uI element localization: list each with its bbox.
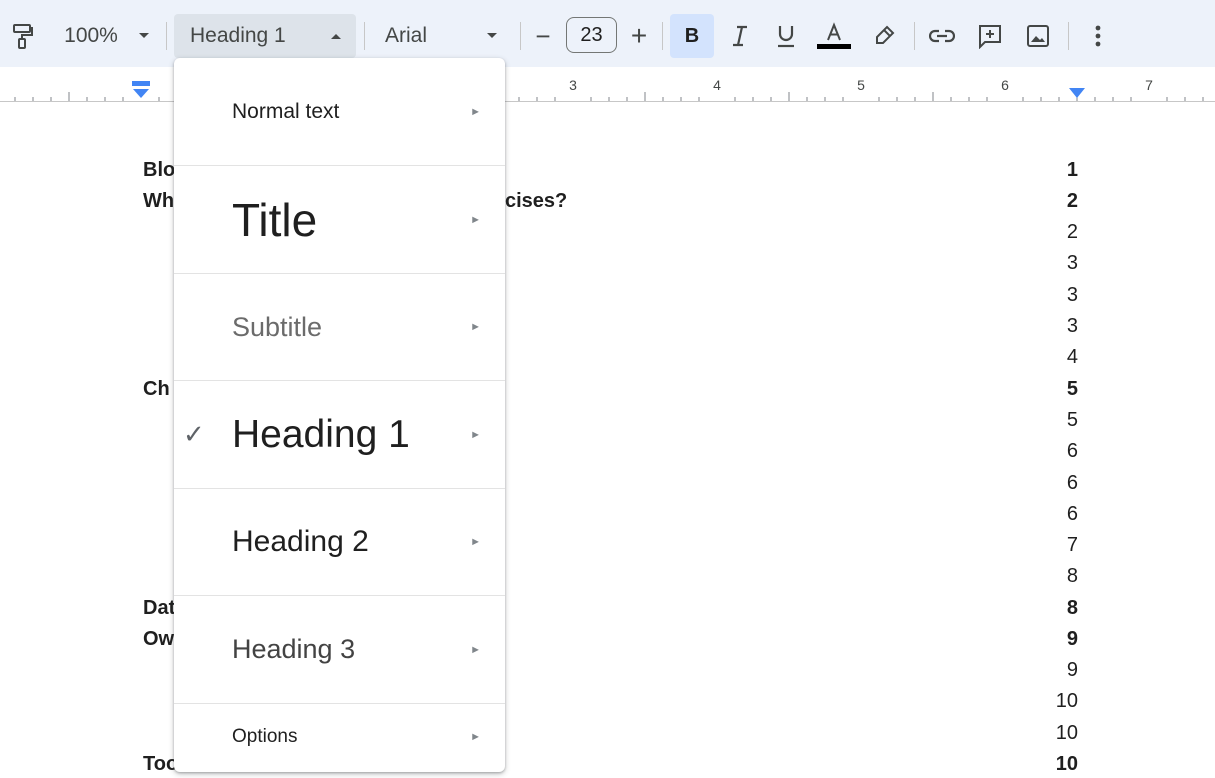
ruler-number: 5 xyxy=(857,77,865,93)
increase-font-size-button[interactable]: + xyxy=(622,14,656,58)
chevron-down-icon xyxy=(487,33,497,38)
paragraph-style-select[interactable]: Heading 1 xyxy=(174,14,356,58)
text-color-icon xyxy=(817,22,851,49)
font-size-input[interactable]: 23 xyxy=(566,17,617,53)
submenu-arrow-icon: ► xyxy=(470,731,481,743)
toc-entry[interactable]: Wh xyxy=(143,190,174,213)
highlighter-icon xyxy=(876,25,895,44)
submenu-arrow-icon: ► xyxy=(470,536,481,548)
check-icon: ✓ xyxy=(183,419,205,449)
decrease-font-size-button[interactable]: − xyxy=(526,14,560,58)
left-indent-marker-icon[interactable] xyxy=(132,81,150,99)
highlight-color-button[interactable] xyxy=(862,14,906,58)
toolbar-divider xyxy=(166,22,167,50)
toolbar-divider xyxy=(364,22,365,50)
ruler-number: 6 xyxy=(1001,77,1009,93)
toc-page-number: 2 xyxy=(1066,221,1078,243)
toc-page-number: 3 xyxy=(1066,252,1078,274)
toc-entry[interactable]: Ch xyxy=(143,378,170,401)
toolbar-divider xyxy=(914,22,915,50)
menu-item-heading-2[interactable]: Heading 2 ► xyxy=(174,489,505,595)
toc-page-number: 4 xyxy=(1066,346,1078,368)
menu-item-options[interactable]: Options ► xyxy=(174,704,505,770)
toc-page-number: 6 xyxy=(1066,472,1078,494)
insert-link-button[interactable] xyxy=(920,14,964,58)
insert-image-button[interactable] xyxy=(1016,14,1060,58)
menu-item-label: Normal text xyxy=(232,99,340,123)
toc-page-number: 9 xyxy=(1066,659,1078,681)
toc-page-number: 10 xyxy=(1055,753,1078,775)
more-options-button[interactable] xyxy=(1076,14,1120,58)
zoom-select[interactable]: 100% xyxy=(52,14,162,58)
add-comment-button[interactable] xyxy=(968,14,1012,58)
toolbar-divider xyxy=(1068,22,1069,50)
toc-page-number: 3 xyxy=(1066,315,1078,337)
menu-item-label: Heading 3 xyxy=(232,634,356,664)
menu-item-subtitle[interactable]: Subtitle ► xyxy=(174,274,505,380)
menu-item-title[interactable]: Title ► xyxy=(174,166,505,273)
bold-button[interactable]: B xyxy=(670,14,714,58)
menu-item-label: Title xyxy=(232,193,318,246)
submenu-arrow-icon: ► xyxy=(470,213,481,226)
toc-page-number: 10 xyxy=(1055,690,1078,712)
paragraph-style-menu: Normal text ► Title ► Subtitle ► ✓ Headi… xyxy=(174,58,505,772)
toc-page-number: 9 xyxy=(1066,628,1078,650)
toolbar-divider xyxy=(662,22,663,50)
toc-entry[interactable]: cises? xyxy=(505,190,567,213)
add-comment-icon xyxy=(979,25,1001,49)
submenu-arrow-icon: ► xyxy=(470,321,481,333)
toc-page-number: 2 xyxy=(1066,190,1078,212)
font-select[interactable]: Arial xyxy=(372,14,512,58)
font-value: Arial xyxy=(385,24,428,47)
chevron-up-icon xyxy=(331,34,341,39)
chevron-down-icon xyxy=(138,33,149,38)
underline-icon xyxy=(778,26,794,48)
toc-page-number: 6 xyxy=(1066,503,1078,525)
menu-item-heading-3[interactable]: Heading 3 ► xyxy=(174,596,505,703)
paint-format-icon[interactable] xyxy=(4,14,42,58)
italic-button[interactable] xyxy=(718,14,762,58)
ruler-number: 7 xyxy=(1145,77,1153,93)
toc-page-number: 5 xyxy=(1066,378,1078,400)
ruler-number: 4 xyxy=(713,77,721,93)
toc-page-number: 1 xyxy=(1066,159,1078,181)
toc-entry[interactable]: Ow xyxy=(143,628,174,651)
toolbar-divider xyxy=(520,22,521,50)
toc-entry[interactable]: Too xyxy=(143,753,178,776)
toc-page-number: 7 xyxy=(1066,534,1078,556)
menu-item-label: Heading 2 xyxy=(232,525,369,558)
image-icon xyxy=(1027,25,1049,47)
menu-item-label: Options xyxy=(232,726,298,747)
menu-item-heading-1[interactable]: ✓ Heading 1 ► xyxy=(174,381,505,488)
menu-item-label: Subtitle xyxy=(232,311,323,342)
zoom-value: 100% xyxy=(64,24,118,47)
toc-page-number: 6 xyxy=(1066,440,1078,462)
ruler-number: 3 xyxy=(569,77,577,93)
toc-page-number: 8 xyxy=(1066,565,1078,587)
toc-entry[interactable]: Blo xyxy=(143,159,175,182)
toc-entry[interactable]: Dat xyxy=(143,597,175,620)
toc-page-number: 3 xyxy=(1066,284,1078,306)
toc-page-number: 8 xyxy=(1066,597,1078,619)
submenu-arrow-icon: ► xyxy=(470,428,481,441)
submenu-arrow-icon: ► xyxy=(470,643,481,656)
menu-item-label: Heading 1 xyxy=(232,412,410,456)
toolbar: 100% Heading 1 Arial − 23 + B xyxy=(0,0,1215,67)
italic-icon xyxy=(733,25,747,47)
right-indent-marker-icon[interactable] xyxy=(1068,88,1086,99)
submenu-arrow-icon: ► xyxy=(470,105,481,118)
link-icon xyxy=(929,29,955,43)
paragraph-style-value: Heading 1 xyxy=(190,24,286,47)
menu-item-normal-text[interactable]: Normal text ► xyxy=(174,58,505,165)
more-vert-icon xyxy=(1095,25,1101,47)
text-color-button[interactable] xyxy=(812,14,856,58)
underline-button[interactable] xyxy=(764,14,808,58)
toc-page-number: 10 xyxy=(1055,722,1078,744)
toc-page-number: 5 xyxy=(1066,409,1078,431)
